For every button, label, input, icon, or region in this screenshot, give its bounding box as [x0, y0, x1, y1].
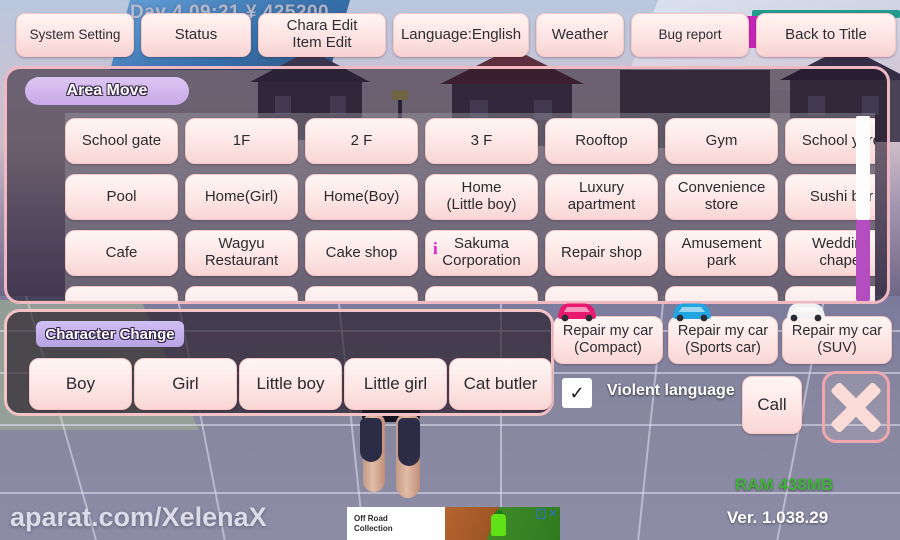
area-move-panel: Area Move Police station Cafe Wagyu Restau…: [4, 66, 890, 304]
close-icon[interactable]: [822, 371, 890, 443]
area-button-3-1[interactable]: [185, 286, 298, 301]
area-button-label: Repair shop: [561, 243, 642, 261]
area-button-3-2[interactable]: Police station: [305, 286, 418, 301]
character-button-1[interactable]: Girl: [134, 358, 237, 410]
ad-line-1: Off Road: [354, 513, 388, 523]
area-button-2-0[interactable]: Cafe: [65, 230, 178, 276]
character-shoe: [360, 418, 382, 462]
area-button-label: 2 F: [350, 131, 373, 149]
ad-info-icon[interactable]: i: [536, 509, 546, 519]
area-button-label: Police station: [317, 300, 406, 301]
area-move-row: Police station: [65, 286, 875, 301]
area-button-3-0[interactable]: [65, 286, 178, 301]
area-button-1-3[interactable]: Home (Little boy): [425, 174, 538, 220]
car-icon: [673, 303, 711, 322]
character-change-title: Character Change: [36, 321, 184, 347]
area-button-label: 1F: [232, 131, 251, 149]
area-button-label: Rooftop: [575, 131, 628, 149]
top-toolbar: System Setting Status Chara Edit Item Edit…: [0, 10, 900, 60]
area-button-label: Amusement park: [681, 235, 762, 269]
area-button-label: Gym: [705, 131, 738, 149]
repair-car-button-1[interactable]: Repair my car (Sports car): [668, 316, 778, 364]
area-button-label: Sakuma Corporation: [442, 235, 521, 269]
area-move-row: School gate 1F 2 F3 F Rooftop Gym School yard: [65, 118, 875, 164]
area-button-1-4[interactable]: Luxury apartment: [545, 174, 658, 220]
check-icon: ✓: [569, 382, 585, 403]
ad-line-2: Collection: [354, 523, 393, 533]
area-button-1-2[interactable]: Home(Boy): [305, 174, 418, 220]
area-move-scrollbar-thumb[interactable]: [856, 116, 870, 220]
violent-language-label: Violent language: [607, 382, 735, 399]
area-button-label: Convenience store: [677, 179, 766, 213]
ram-usage-label: RAM 438MB: [735, 475, 834, 494]
violent-language-checkbox[interactable]: ✓: [562, 378, 592, 408]
call-button[interactable]: Call: [742, 376, 802, 434]
character-button-3[interactable]: Little girl: [344, 358, 447, 410]
topbar-button-1[interactable]: Status: [141, 13, 251, 57]
ad-badges: i ✕: [536, 508, 558, 519]
ad-image: i ✕: [445, 507, 560, 540]
character-change-panel: Character Change ✓ Playable character's …: [4, 309, 554, 416]
area-button-2-3[interactable]: i Sakuma Corporation: [425, 230, 538, 276]
topbar-button-4[interactable]: Weather: [536, 13, 624, 57]
area-button-1-0[interactable]: Pool: [65, 174, 178, 220]
ad-banner[interactable]: Off Road Collection i ✕: [347, 507, 560, 540]
repair-car-button-0[interactable]: Repair my car (Compact): [553, 316, 663, 364]
area-button-0-0[interactable]: School gate: [65, 118, 178, 164]
area-button-1-5[interactable]: Convenience store: [665, 174, 778, 220]
character-button-4[interactable]: Cat butler: [449, 358, 552, 410]
ad-close-icon[interactable]: ✕: [548, 508, 558, 519]
repair-car-button-2[interactable]: Repair my car (SUV): [782, 316, 892, 364]
area-button-label: 3 F: [470, 131, 493, 149]
area-button-0-5[interactable]: Gym: [665, 118, 778, 164]
area-button-label: Cake shop: [325, 243, 398, 261]
area-button-label: Luxury apartment: [567, 179, 636, 213]
area-move-scroll-region[interactable]: Police station Cafe Wagyu Restaurant Cake s…: [65, 113, 875, 301]
area-move-row: Cafe Wagyu Restaurant Cake shop i Sakuma Cor…: [65, 230, 875, 276]
area-button-label: Home (Little boy): [446, 179, 517, 213]
area-button-0-4[interactable]: Rooftop: [545, 118, 658, 164]
area-button-2-2[interactable]: Cake shop: [305, 230, 418, 276]
area-move-row: Pool Home(Girl) Home(Boy) Home (Little boy)…: [65, 174, 875, 220]
topbar-button-5[interactable]: Bug report: [631, 13, 749, 57]
area-button-label: School gate: [81, 131, 162, 149]
area-button-0-2[interactable]: 2 F: [305, 118, 418, 164]
area-move-scrollbar[interactable]: [856, 116, 870, 301]
area-button-2-1[interactable]: Wagyu Restaurant: [185, 230, 298, 276]
area-button-label: Pool: [106, 187, 137, 205]
ad-text-block: Off Road Collection: [347, 507, 445, 540]
character-button-0[interactable]: Boy: [29, 358, 132, 410]
area-button-label: Cafe: [105, 243, 138, 261]
area-button-label: Home(Boy): [323, 187, 400, 205]
area-button-3-3[interactable]: [425, 286, 538, 301]
topbar-button-0[interactable]: System Setting: [16, 13, 134, 57]
watermark-label: aparat.com/XelenaX: [10, 502, 267, 532]
area-button-label: Wagyu Restaurant: [204, 235, 279, 269]
version-label: Ver. 1.038.29: [727, 508, 829, 527]
car-icon: [787, 303, 825, 322]
area-button-2-5[interactable]: Amusement park: [665, 230, 778, 276]
area-button-1-1[interactable]: Home(Girl): [185, 174, 298, 220]
car-icon: [558, 303, 596, 322]
area-move-title: Area Move: [25, 77, 189, 105]
area-button-0-3[interactable]: 3 F: [425, 118, 538, 164]
area-button-0-1[interactable]: 1F: [185, 118, 298, 164]
topbar-button-3[interactable]: Language:English: [393, 13, 529, 57]
area-button-label: Home(Girl): [204, 187, 279, 205]
topbar-button-6[interactable]: Back to Title: [756, 13, 896, 57]
character-button-2[interactable]: Little boy: [239, 358, 342, 410]
character-shoe: [398, 418, 420, 466]
info-icon: i: [433, 239, 438, 258]
ad-person-body: [491, 514, 506, 536]
area-button-2-4[interactable]: Repair shop: [545, 230, 658, 276]
topbar-button-2[interactable]: Chara Edit Item Edit: [258, 13, 386, 57]
